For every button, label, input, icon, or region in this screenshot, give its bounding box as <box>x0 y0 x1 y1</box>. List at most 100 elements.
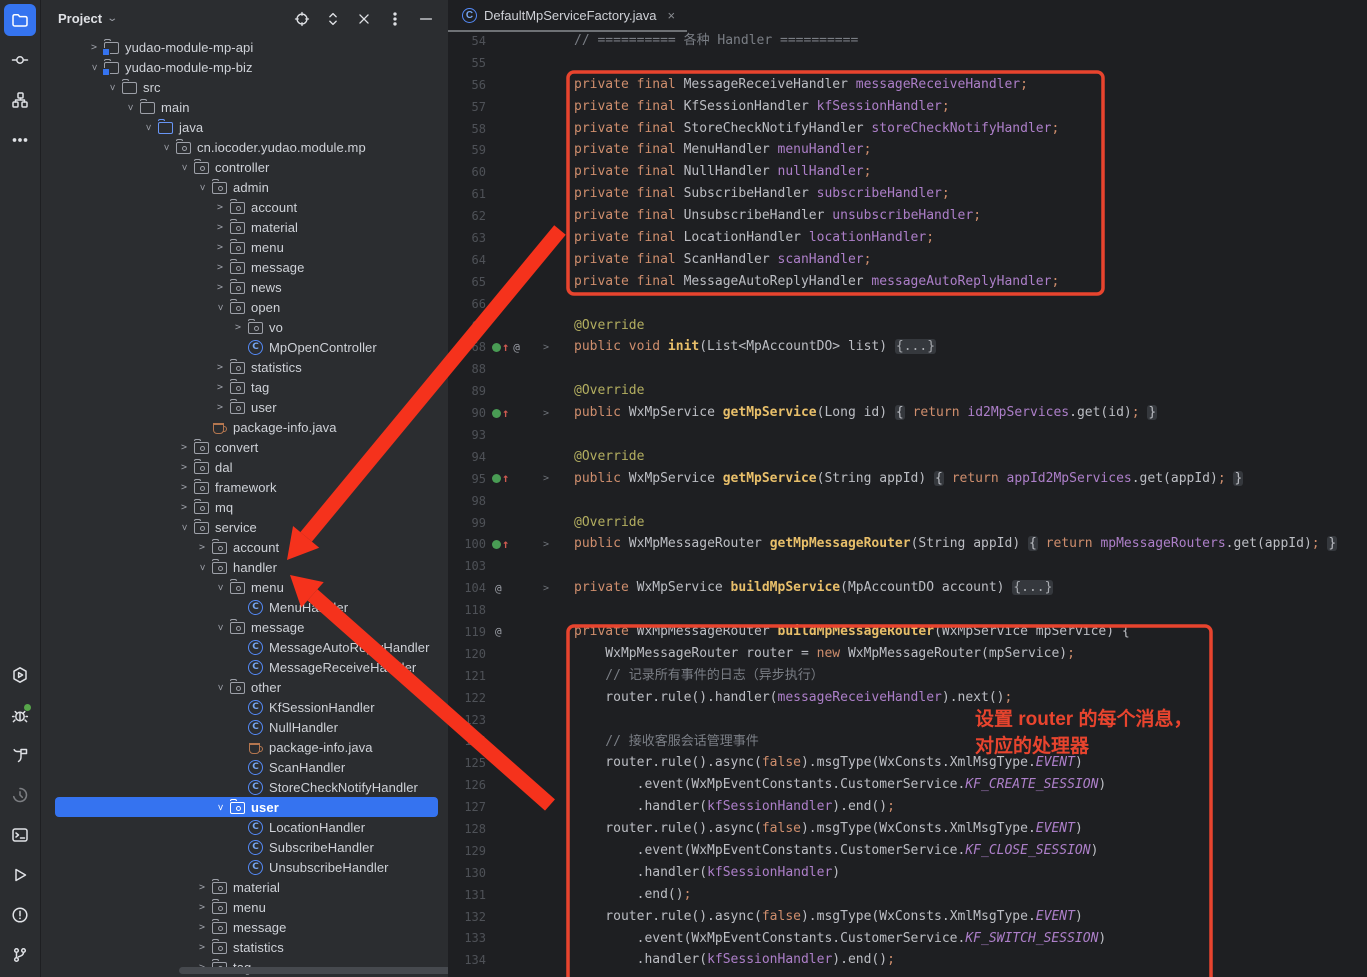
tree-item-yudao-module-mp-api[interactable]: >yudao-module-mp-api <box>41 37 448 57</box>
code-line-128[interactable]: 128 router.rule().async(false).msgType(W… <box>448 818 1367 840</box>
tree-item-news[interactable]: >news <box>41 277 448 297</box>
tree-item-mq[interactable]: >mq <box>41 497 448 517</box>
chevron-collapsed-icon[interactable]: > <box>211 202 229 213</box>
chevron-expanded-icon[interactable]: > <box>125 98 136 116</box>
overrides-method-icon[interactable] <box>492 409 501 418</box>
code-line-123[interactable]: 123 <box>448 709 1367 731</box>
code-line-54[interactable]: 54// ========== 各种 Handler ========== <box>448 30 1367 52</box>
tree-item-dal[interactable]: >dal <box>41 457 448 477</box>
fold-chevron-icon[interactable]: > <box>538 539 554 550</box>
code-line-95[interactable]: 95↑>public WxMpService getMpService(Stri… <box>448 468 1367 490</box>
code-line-66[interactable]: 66 <box>448 293 1367 315</box>
override-up-arrow-icon[interactable]: ↑ <box>502 540 509 549</box>
tree-item-message[interactable]: >message <box>41 917 448 937</box>
tree-item-yudao-module-mp-biz[interactable]: >yudao-module-mp-biz <box>41 57 448 77</box>
tree-item-unsubscribehandler[interactable]: CUnsubscribeHandler <box>41 857 448 877</box>
services-icon[interactable] <box>4 659 36 691</box>
chevron-collapsed-icon[interactable]: > <box>175 502 193 513</box>
chevron-collapsed-icon[interactable]: > <box>175 482 193 493</box>
tree-item-framework[interactable]: >framework <box>41 477 448 497</box>
overrides-method-icon[interactable] <box>492 540 501 549</box>
chevron-expanded-icon[interactable]: > <box>215 578 226 596</box>
code-line-124[interactable]: 124 // 接收客服会话管理事件 <box>448 731 1367 753</box>
tree-item-convert[interactable]: >convert <box>41 437 448 457</box>
terminal-icon[interactable] <box>4 819 36 851</box>
chevron-collapsed-icon[interactable]: > <box>211 402 229 413</box>
overrides-method-icon[interactable] <box>492 343 501 352</box>
tree-item-vo[interactable]: >vo <box>41 317 448 337</box>
problems-icon[interactable] <box>4 899 36 931</box>
code-line-56[interactable]: 56private final MessageReceiveHandler me… <box>448 74 1367 96</box>
override-up-arrow-icon[interactable]: ↑ <box>502 343 509 352</box>
project-panel-title[interactable]: Project <box>58 11 102 26</box>
code-line-88[interactable]: 88 <box>448 358 1367 380</box>
code-line-103[interactable]: 103 <box>448 555 1367 577</box>
chevron-collapsed-icon[interactable]: > <box>193 902 211 913</box>
tree-item-menu[interactable]: >menu <box>41 577 448 597</box>
tree-item-java[interactable]: >java <box>41 117 448 137</box>
code-line-94[interactable]: 94@Override <box>448 446 1367 468</box>
commit-icon[interactable] <box>4 44 36 76</box>
fold-chevron-icon[interactable]: > <box>538 473 554 484</box>
chevron-collapsed-icon[interactable]: > <box>211 242 229 253</box>
code-line-100[interactable]: 100↑>public WxMpMessageRouter getMpMessa… <box>448 533 1367 555</box>
override-up-arrow-icon[interactable]: ↑ <box>502 474 509 483</box>
options-kebab-icon[interactable] <box>383 7 407 31</box>
code-line-118[interactable]: 118 <box>448 599 1367 621</box>
tree-item-account[interactable]: >account <box>41 537 448 557</box>
code-line-89[interactable]: 89@Override <box>448 380 1367 402</box>
tree-item-cn-iocoder-yudao-module-mp[interactable]: >cn.iocoder.yudao.module.mp <box>41 137 448 157</box>
chevron-collapsed-icon[interactable]: > <box>211 282 229 293</box>
chevron-collapsed-icon[interactable]: > <box>85 42 103 53</box>
tree-item-account[interactable]: >account <box>41 197 448 217</box>
chevron-expanded-icon[interactable]: > <box>89 58 100 76</box>
chevron-collapsed-icon[interactable]: > <box>211 362 229 373</box>
code-line-55[interactable]: 55 <box>448 52 1367 74</box>
chevron-expanded-icon[interactable]: > <box>107 78 118 96</box>
fold-chevron-icon[interactable]: > <box>538 342 554 353</box>
code-line-61[interactable]: 61private final SubscribeHandler subscri… <box>448 183 1367 205</box>
tree-item-messageautoreplyhandler[interactable]: CMessageAutoReplyHandler <box>41 637 448 657</box>
code-line-133[interactable]: 133 .event(WxMpEventConstants.CustomerSe… <box>448 928 1367 950</box>
chevron-expanded-icon[interactable]: > <box>179 158 190 176</box>
chevron-collapsed-icon[interactable]: > <box>229 322 247 333</box>
tree-item-messagereceivehandler[interactable]: CMessageReceiveHandler <box>41 657 448 677</box>
tab-defaultmpservicefactory[interactable]: C DefaultMpServiceFactory.java × <box>448 0 687 32</box>
tree-item-service[interactable]: >service <box>41 517 448 537</box>
code-line-93[interactable]: 93 <box>448 424 1367 446</box>
code-line-126[interactable]: 126 .event(WxMpEventConstants.CustomerSe… <box>448 774 1367 796</box>
chevron-collapsed-icon[interactable]: > <box>175 462 193 473</box>
chevron-expanded-icon[interactable]: > <box>215 618 226 636</box>
code-line-68[interactable]: 68↑@>public void init(List<MpAccountDO> … <box>448 336 1367 358</box>
tree-item-menuhandler[interactable]: CMenuHandler <box>41 597 448 617</box>
tree-item-package-info-java[interactable]: package-info.java <box>41 417 448 437</box>
tree-item-subscribehandler[interactable]: CSubscribeHandler <box>41 837 448 857</box>
chevron-expanded-icon[interactable]: > <box>215 298 226 316</box>
project-folder-icon[interactable] <box>4 4 36 36</box>
chevron-expanded-icon[interactable]: > <box>179 518 190 536</box>
code-line-122[interactable]: 122 router.rule().handler(messageReceive… <box>448 687 1367 709</box>
locate-icon[interactable] <box>290 7 314 31</box>
tree-item-menu[interactable]: >menu <box>41 897 448 917</box>
code-line-98[interactable]: 98 <box>448 490 1367 512</box>
tree-item-statistics[interactable]: >statistics <box>41 357 448 377</box>
chevron-collapsed-icon[interactable]: > <box>211 262 229 273</box>
tree-item-scanhandler[interactable]: CScanHandler <box>41 757 448 777</box>
code-line-57[interactable]: 57private final KfSessionHandler kfSessi… <box>448 96 1367 118</box>
override-up-arrow-icon[interactable]: ↑ <box>502 409 509 418</box>
chevron-expanded-icon[interactable]: > <box>215 798 226 816</box>
chevron-collapsed-icon[interactable]: > <box>211 222 229 233</box>
tree-item-admin[interactable]: >admin <box>41 177 448 197</box>
run-icon[interactable] <box>4 859 36 891</box>
chevron-collapsed-icon[interactable]: > <box>193 882 211 893</box>
profiler-icon[interactable] <box>4 779 36 811</box>
tree-item-other[interactable]: >other <box>41 677 448 697</box>
chevron-collapsed-icon[interactable]: > <box>211 382 229 393</box>
chevron-expanded-icon[interactable]: > <box>143 118 154 136</box>
code-line-65[interactable]: 65private final MessageAutoReplyHandler … <box>448 271 1367 293</box>
tree-item-src[interactable]: >src <box>41 77 448 97</box>
tree-item-main[interactable]: >main <box>41 97 448 117</box>
tree-item-controller[interactable]: >controller <box>41 157 448 177</box>
tree-item-statistics[interactable]: >statistics <box>41 937 448 957</box>
tree-item-user[interactable]: >user <box>41 397 448 417</box>
